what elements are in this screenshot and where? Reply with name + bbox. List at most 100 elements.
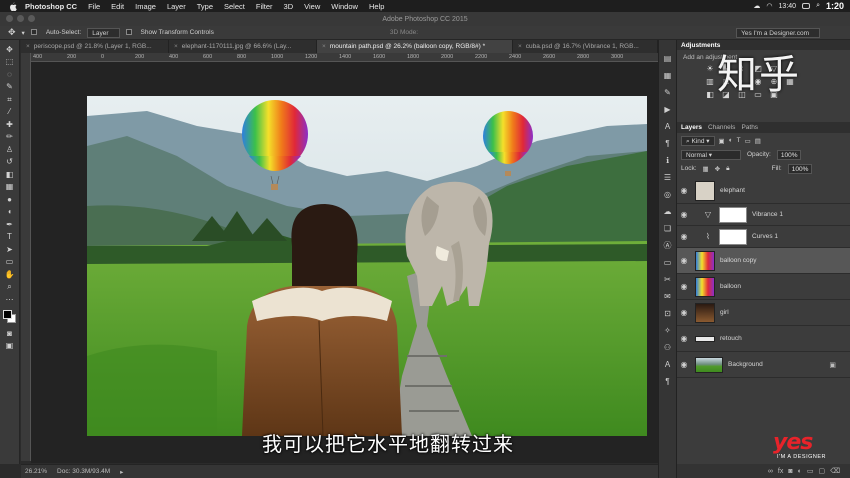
libraries-icon[interactable]: ☁: [662, 207, 673, 217]
close-window-button[interactable]: [6, 15, 13, 22]
notes-icon[interactable]: ✉: [662, 292, 673, 302]
more-tools-icon[interactable]: ⋯: [4, 294, 16, 305]
add-mask-icon[interactable]: ◙: [788, 468, 792, 475]
layer-name[interactable]: balloon copy: [720, 257, 757, 264]
auto-select-checkbox[interactable]: [30, 29, 40, 36]
status-arrow-icon[interactable]: ▸: [120, 468, 123, 476]
menu-file[interactable]: File: [88, 2, 100, 11]
tool-presets-icon[interactable]: ✂: [662, 275, 673, 285]
filter-adjustment-icon[interactable]: ◐: [729, 137, 733, 144]
brush-tool-icon[interactable]: ✏: [4, 132, 16, 143]
info-icon[interactable]: ℹ: [662, 156, 673, 166]
fill-input[interactable]: 100%: [787, 163, 813, 174]
type-tool-icon[interactable]: T: [4, 232, 16, 243]
workspace-switcher[interactable]: Yes I'm a Designer.com: [736, 27, 820, 38]
menu-help[interactable]: Help: [369, 2, 384, 11]
wifi-icon[interactable]: ◠: [766, 2, 772, 10]
tab-periscope[interactable]: × periscope.psd @ 21.8% (Layer 1, RGB...: [21, 40, 169, 53]
menu-image[interactable]: Image: [135, 2, 156, 11]
path-select-icon[interactable]: ➤: [4, 244, 16, 255]
menu-app-name[interactable]: Photoshop CC: [25, 2, 77, 11]
character-icon[interactable]: A: [662, 122, 673, 132]
lasso-tool-icon[interactable]: ◌: [4, 69, 16, 80]
layer-name[interactable]: Vibrance 1: [752, 211, 783, 218]
close-tab-icon[interactable]: ×: [518, 43, 522, 50]
lock-all-icon[interactable]: 🔒︎: [726, 165, 729, 173]
visibility-eye-icon[interactable]: ◉: [677, 308, 691, 317]
canvas-area[interactable]: [31, 62, 658, 463]
blur-tool-icon[interactable]: ●: [4, 194, 16, 205]
quick-select-tool-icon[interactable]: ✎: [4, 82, 16, 93]
layer-row[interactable]: ◉ balloon: [677, 274, 850, 300]
blend-mode-dropdown[interactable]: Normal ▾: [681, 149, 741, 160]
screen-mode-icon[interactable]: ▣: [4, 341, 16, 352]
filter-pixel-icon[interactable]: ▣: [719, 137, 725, 145]
new-group-icon[interactable]: ▭: [807, 467, 814, 475]
filter-smart-icon[interactable]: ▤: [755, 137, 761, 145]
layer-name[interactable]: retouch: [720, 335, 742, 342]
paragraph-icon[interactable]: ¶: [662, 139, 673, 149]
tab-elephant[interactable]: × elephant-1170111.jpg @ 66.6% (Lay...: [169, 40, 317, 53]
eraser-tool-icon[interactable]: ◧: [4, 169, 16, 180]
filter-type-icon[interactable]: T: [737, 137, 741, 144]
auto-select-dropdown[interactable]: Layer: [87, 27, 120, 38]
history-icon[interactable]: ▤: [662, 54, 673, 64]
layer-comps-icon[interactable]: ❏: [662, 224, 673, 234]
battery-time[interactable]: 13:40: [779, 3, 797, 10]
filter-shape-icon[interactable]: ▭: [745, 137, 751, 145]
visibility-eye-icon[interactable]: ◉: [677, 360, 691, 369]
minimize-window-button[interactable]: [17, 15, 24, 22]
tab-channels[interactable]: Channels: [708, 124, 735, 131]
close-tab-icon[interactable]: ×: [322, 43, 326, 50]
tab-layers[interactable]: Layers: [681, 124, 702, 131]
visibility-eye-icon[interactable]: ◉: [677, 334, 691, 343]
layer-name[interactable]: girl: [720, 309, 729, 316]
move-tool-icon[interactable]: ✥: [4, 44, 16, 55]
zoom-tool-icon[interactable]: ⌕: [4, 282, 16, 293]
clone-stamp-icon[interactable]: ♙: [4, 144, 16, 155]
menu-3d[interactable]: 3D: [284, 2, 294, 11]
tab-adjustments[interactable]: Adjustments: [681, 42, 720, 49]
channels-icon[interactable]: ◎: [662, 190, 673, 200]
menu-type[interactable]: Type: [197, 2, 213, 11]
opacity-input[interactable]: 100%: [776, 149, 802, 160]
move-tool-icon[interactable]: ✥: [8, 27, 16, 38]
paths-icon[interactable]: ✧: [662, 326, 673, 336]
swatches-icon[interactable]: ▦: [662, 71, 673, 81]
quick-mask-icon[interactable]: ◙: [4, 328, 16, 339]
foreground-color[interactable]: [2, 309, 12, 319]
menu-select[interactable]: Select: [224, 2, 245, 11]
hand-tool-icon[interactable]: ✋: [4, 269, 16, 280]
visibility-eye-icon[interactable]: ◉: [677, 282, 691, 291]
layer-row[interactable]: ◉ Background ▣: [677, 352, 850, 378]
document-size[interactable]: Doc: 30.3M/93.4M: [57, 468, 110, 475]
marquee-tool-icon[interactable]: ⬚: [4, 57, 16, 68]
brightness-contrast-icon[interactable]: ☀: [705, 64, 715, 73]
link-layers-icon[interactable]: ∞: [768, 468, 773, 475]
zoom-window-button[interactable]: [28, 15, 35, 22]
dodge-tool-icon[interactable]: ◖: [4, 207, 16, 218]
pen-tool-icon[interactable]: ✒: [4, 219, 16, 230]
layer-row[interactable]: ◉ ⌇ Curves 1: [677, 226, 850, 248]
layer-row[interactable]: ◉ balloon copy: [677, 248, 850, 274]
layer-row[interactable]: ◉ ▽ Vibrance 1: [677, 204, 850, 226]
layer-row[interactable]: ◉ elephant: [677, 178, 850, 204]
lock-pixels-icon[interactable]: ▦: [703, 165, 709, 173]
hue-saturation-icon[interactable]: ▥: [705, 77, 715, 86]
timeline-icon[interactable]: ▭: [662, 258, 673, 268]
visibility-eye-icon[interactable]: ◉: [677, 232, 691, 241]
close-tab-icon[interactable]: ×: [26, 43, 30, 50]
visibility-eye-icon[interactable]: ◉: [677, 186, 691, 195]
layer-name[interactable]: elephant: [720, 187, 745, 194]
clone-source-icon[interactable]: ⚇: [662, 343, 673, 353]
character-styles-icon[interactable]: A: [662, 360, 673, 370]
properties-icon[interactable]: ☰: [662, 173, 673, 183]
layer-name[interactable]: Background: [728, 361, 763, 368]
tab-paths[interactable]: Paths: [741, 124, 758, 131]
menu-filter[interactable]: Filter: [256, 2, 273, 11]
cloud-icon[interactable]: ☁: [753, 2, 760, 10]
tab-cuba[interactable]: × cuba.psd @ 16.7% (Vibrance 1, RGB...: [513, 40, 658, 53]
healing-brush-icon[interactable]: ✚: [4, 119, 16, 130]
delete-layer-icon[interactable]: ⌫: [830, 467, 840, 475]
battery-icon[interactable]: [802, 3, 811, 9]
